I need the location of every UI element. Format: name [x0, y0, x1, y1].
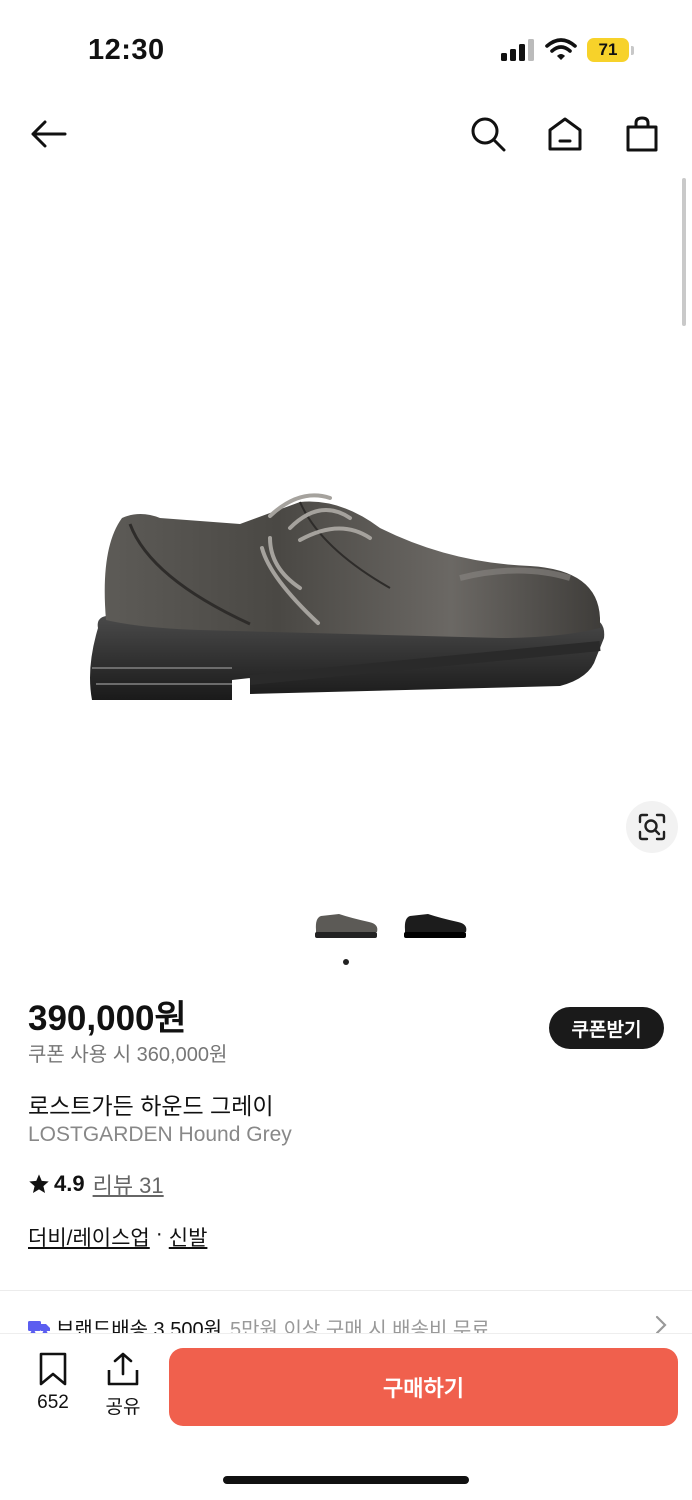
bookmark-count: 652	[37, 1392, 69, 1413]
coupon-price: 쿠폰 사용 시 360,000원	[28, 1044, 228, 1066]
category-separator: ·	[155, 1222, 163, 1245]
product-name-english: LOSTGARDEN Hound Grey	[28, 1123, 292, 1146]
battery-level: 71	[587, 38, 629, 62]
thumbnail-gray[interactable]	[311, 904, 381, 944]
search-icon	[471, 117, 506, 152]
shopping-bag-icon	[626, 116, 658, 152]
divider	[0, 1290, 692, 1291]
status-bar: 12:30 71	[0, 0, 692, 100]
chevron-right-icon	[655, 1315, 667, 1335]
thumbnail-black[interactable]	[400, 904, 470, 944]
bookmark-button[interactable]: 652	[23, 1352, 83, 1414]
star-icon	[29, 1174, 49, 1193]
thumbnail-strip	[0, 900, 692, 950]
get-coupon-button[interactable]: 쿠폰받기	[549, 1007, 664, 1049]
status-time: 12:30	[88, 34, 165, 66]
rating-value: 4.9	[54, 1171, 85, 1196]
status-icons: 71	[501, 38, 634, 62]
visual-search-button[interactable]	[626, 801, 678, 853]
back-button[interactable]	[26, 112, 70, 156]
back-arrow-icon	[31, 120, 67, 148]
subcategory-link[interactable]: 신발	[169, 1222, 208, 1252]
category-breadcrumb: 더비/레이스업 · 신발	[28, 1222, 207, 1252]
product-price: 390,000원	[28, 999, 187, 1038]
nav-bar	[0, 100, 692, 168]
visual-search-icon	[638, 813, 666, 841]
review-link[interactable]: 리뷰 31	[93, 1168, 164, 1200]
gray-shoe-thumbnail-icon	[315, 914, 378, 938]
bottom-action-bar: 652 공유 구매하기	[0, 1334, 692, 1500]
home-indicator	[223, 1476, 469, 1484]
cart-button[interactable]	[620, 112, 664, 156]
product-name-korean: 로스트가든 하운드 그레이	[28, 1093, 274, 1119]
rating-row: 4.9 리뷰 31	[28, 1168, 164, 1200]
bookmark-icon	[39, 1352, 67, 1386]
share-icon	[107, 1352, 139, 1386]
black-shoe-thumbnail-icon	[404, 914, 467, 938]
wifi-icon	[545, 38, 577, 60]
share-label: 공유	[105, 1397, 141, 1418]
home-button[interactable]	[543, 112, 587, 156]
signal-icon	[501, 39, 534, 61]
battery-icon: 71	[587, 38, 634, 62]
category-link[interactable]: 더비/레이스업	[28, 1222, 150, 1252]
scroll-indicator[interactable]	[682, 178, 686, 326]
page-indicator-dot	[343, 959, 349, 965]
share-button[interactable]: 공유	[93, 1352, 153, 1419]
search-button[interactable]	[466, 112, 510, 156]
home-icon	[548, 117, 582, 151]
shoe-image	[90, 493, 605, 700]
buy-button[interactable]: 구매하기	[169, 1348, 678, 1426]
product-image[interactable]	[0, 168, 692, 898]
